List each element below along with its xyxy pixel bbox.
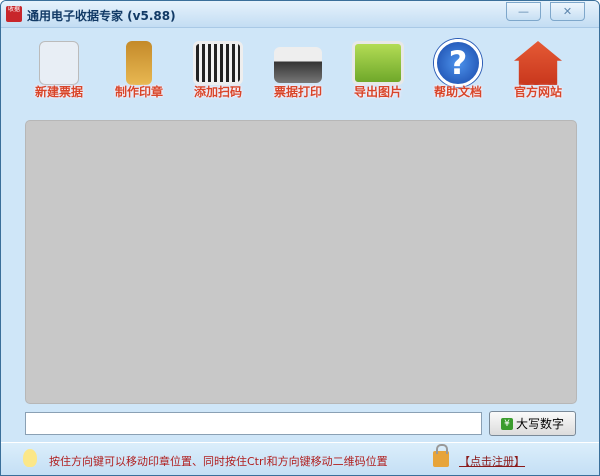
lock-icon (433, 444, 449, 467)
help-docs-button[interactable]: ? 帮助文档 (419, 39, 497, 101)
close-button[interactable]: ✕ (550, 2, 585, 21)
main-window: 收据 通用电子收据专家 (v5.88) — ✕ 新建票据 制作印章 添加扫码 票… (0, 0, 600, 476)
lightbulb-icon (23, 449, 37, 467)
make-seal-label: 制作印章 (114, 85, 163, 99)
amount-input[interactable] (25, 412, 482, 435)
app-icon: 收据 (6, 6, 22, 22)
official-site-button[interactable]: 官方网站 (499, 39, 577, 101)
image-icon (352, 41, 404, 85)
new-receipt-button[interactable]: 新建票据 (20, 39, 98, 101)
export-image-button[interactable]: 导出图片 (339, 39, 417, 101)
uppercase-number-label: 大写数字 (515, 417, 564, 431)
receipt-icon (39, 41, 79, 85)
hint-text: 按住方向键可以移动印章位置、同时按住Ctrl和方向键移动二维码位置 (49, 455, 388, 468)
help-icon: ? (434, 39, 482, 87)
make-seal-button[interactable]: 制作印章 (100, 39, 178, 101)
minimize-button[interactable]: — (506, 2, 541, 21)
uppercase-number-button[interactable]: ¥ 大写数字 (489, 411, 576, 436)
window-title: 通用电子收据专家 (v5.88) (27, 9, 176, 23)
printer-icon (274, 47, 322, 83)
toolbar: 新建票据 制作印章 添加扫码 票据打印 导出图片 ? 帮助文档 官方网站 (1, 39, 599, 103)
house-icon (514, 41, 562, 85)
official-site-label: 官方网站 (513, 85, 562, 99)
print-receipt-button[interactable]: 票据打印 (259, 39, 337, 101)
help-docs-label: 帮助文档 (433, 85, 482, 99)
status-bar: 按住方向键可以移动印章位置、同时按住Ctrl和方向键移动二维码位置 【点击注册】 (1, 442, 599, 475)
export-image-label: 导出图片 (353, 85, 402, 99)
receipt-preview-area[interactable] (25, 120, 577, 404)
yen-icon: ¥ (500, 417, 513, 430)
print-receipt-label: 票据打印 (273, 85, 322, 99)
seal-icon (126, 41, 152, 85)
title-bar[interactable]: 收据 通用电子收据专家 (v5.88) — ✕ (1, 1, 599, 28)
new-receipt-label: 新建票据 (34, 85, 83, 99)
add-qrcode-label: 添加扫码 (193, 85, 242, 99)
register-link[interactable]: 【点击注册】 (459, 453, 525, 469)
add-qrcode-button[interactable]: 添加扫码 (179, 39, 257, 101)
qrcode-icon (193, 41, 243, 85)
